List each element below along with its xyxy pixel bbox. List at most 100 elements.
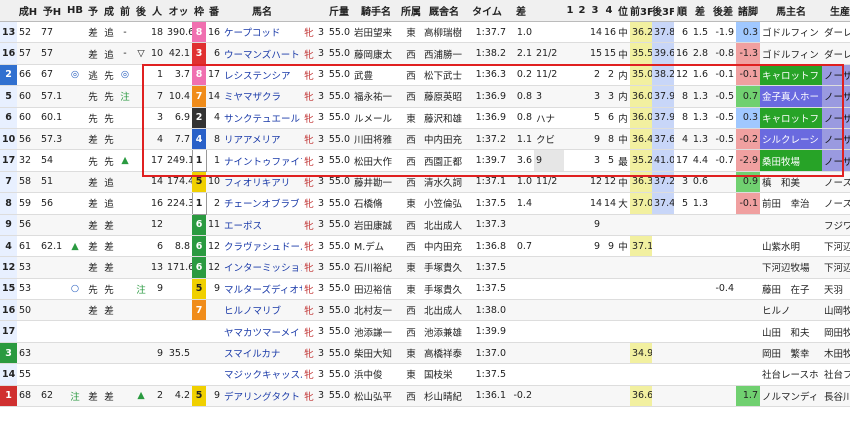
- horse-name[interactable]: チェーンオブラブ: [222, 192, 302, 215]
- trainer[interactable]: 杉山晴紀: [422, 385, 466, 408]
- horse-name[interactable]: クラヴァシュドール: [222, 235, 302, 258]
- trainer[interactable]: 藤沢和雄: [422, 107, 466, 129]
- trainer[interactable]: 池添兼雄: [422, 320, 466, 343]
- owner[interactable]: 桑田牧場: [760, 149, 822, 172]
- col-diff[interactable]: 差: [690, 0, 710, 22]
- trainer[interactable]: 小笠倫弘: [422, 192, 466, 215]
- table-row[interactable]: 17 ヤマカツマーメイド牝355.0池添謙一西池添兼雄1:39.9 山田 和夫岡田牧…: [0, 320, 850, 343]
- owner[interactable]: 山紫水明: [760, 235, 822, 258]
- breeder[interactable]: 岡田牧場: [822, 320, 850, 343]
- jockey[interactable]: 浜中俊: [352, 363, 400, 386]
- breeder[interactable]: 天羽 禮治: [822, 278, 850, 301]
- table-row[interactable]: 7 58 51 差追 14 174.4 5 10 フィオリキアリ牝 3 55.0 藤井勘一西清水久詞 1…: [0, 171, 850, 194]
- table-row[interactable]: 1650 差差 7 ヒルノマリブ牝355.0北村友一西北出成人1:38.0 ヒルノ山岡牧…: [0, 299, 850, 322]
- horse-name[interactable]: スマイルカナ: [222, 342, 302, 365]
- col-go[interactable]: 後: [133, 0, 149, 22]
- col-waku[interactable]: 枠: [192, 0, 206, 22]
- jockey[interactable]: 松山弘平: [352, 385, 400, 408]
- owner[interactable]: 槙 和美: [760, 171, 822, 194]
- owner[interactable]: 岡田 繁幸: [760, 342, 822, 365]
- col-name[interactable]: 馬名: [222, 0, 302, 22]
- col-pos[interactable]: 位: [616, 0, 630, 22]
- jockey[interactable]: 松田大作: [352, 149, 400, 172]
- trainer[interactable]: 北出成人: [422, 299, 466, 322]
- jockey[interactable]: M.デム: [352, 235, 400, 258]
- col-legs[interactable]: 諸脚: [736, 0, 760, 22]
- col-odds[interactable]: オッ: [165, 0, 192, 22]
- breeder[interactable]: ノーザンファ: [822, 149, 850, 172]
- horse-name[interactable]: レシステンシア: [222, 64, 302, 87]
- col-time[interactable]: タイム: [466, 0, 508, 22]
- col-yo[interactable]: 予: [85, 0, 101, 22]
- table-row[interactable]: 4 61 62.1 ▲ 差差 6 8.8 6 12 クラヴァシュドール牝 3 55.0 M.デム西中内田…: [0, 235, 850, 258]
- trainer[interactable]: 中内田充: [422, 128, 466, 151]
- horse-name[interactable]: マルターズディオサ: [222, 278, 302, 301]
- owner[interactable]: キャロットフ: [760, 107, 822, 129]
- col-hb[interactable]: HB: [65, 0, 85, 22]
- breeder[interactable]: フジワラ・フ: [822, 214, 850, 236]
- col-owner[interactable]: 馬主名: [760, 0, 822, 22]
- col-zen[interactable]: 前: [117, 0, 133, 22]
- trainer[interactable]: 手塚貴久: [422, 278, 466, 301]
- table-row[interactable]: 3 63 9 35.5 スマイルカナ牝 3 55.0 柴田大知東高橋祥泰 1:37.0 34.9 岡…: [0, 342, 850, 365]
- col-sho[interactable]: 所属: [400, 0, 422, 22]
- horse-name[interactable]: デアリングタクト: [222, 385, 302, 408]
- trainer[interactable]: 清水久詞: [422, 171, 466, 194]
- horse-name[interactable]: フィオリキアリ: [222, 171, 302, 194]
- horse-name[interactable]: マジックキャッスル: [222, 363, 302, 386]
- col-c3[interactable]: 3: [588, 0, 602, 22]
- table-row[interactable]: 1 68 62 注差差 ▲ 2 4.2 5 9 デアリングタクト牝 3 55.0 松山弘平西杉山晴紀 1:…: [0, 385, 850, 408]
- horse-name[interactable]: ケープコッド: [222, 21, 302, 44]
- horse-name[interactable]: ヒルノマリブ: [222, 299, 302, 322]
- jockey[interactable]: 石橋脩: [352, 192, 400, 215]
- owner[interactable]: 前田 幸治: [760, 192, 822, 215]
- horse-name[interactable]: インターミッション: [222, 256, 302, 279]
- trainer[interactable]: 西浦勝一: [422, 42, 466, 65]
- col-breeder[interactable]: 生産者名: [822, 0, 850, 22]
- table-row[interactable]: 15 53 ○ 先先注 9 5 9 マルターズディオサ牝 3 55.0 田辺裕信東手塚貴久 1:37.…: [0, 278, 850, 301]
- owner[interactable]: 山田 和夫: [760, 320, 822, 343]
- jockey[interactable]: 福永祐一: [352, 85, 400, 108]
- table-row[interactable]: 2 66 67 ◎ 逃先 ◎ 1 3.7 8 17 レシステンシア牝 3 55.0 武豊西松下武士 1:36…: [0, 64, 850, 87]
- trainer[interactable]: 中内田充: [422, 235, 466, 258]
- owner[interactable]: 社台レースホ: [760, 363, 822, 386]
- trainer[interactable]: 藤原英昭: [422, 85, 466, 108]
- trainer[interactable]: 高橋祥泰: [422, 342, 466, 365]
- breeder[interactable]: 長谷川牧場: [822, 385, 850, 408]
- owner[interactable]: ノルマンディ: [760, 385, 822, 408]
- owner[interactable]: ゴドルフィン: [760, 21, 822, 44]
- col-no[interactable]: [0, 0, 17, 22]
- breeder[interactable]: 木田牧場: [822, 342, 850, 365]
- col-sei[interactable]: 成: [101, 0, 117, 22]
- breeder[interactable]: 下河辺牧場: [822, 235, 850, 258]
- breeder[interactable]: ノースヒルズ: [822, 192, 850, 215]
- col-f3[interactable]: 前3F: [630, 0, 652, 22]
- owner[interactable]: ヒルノ: [760, 299, 822, 322]
- trainer[interactable]: 手塚貴久: [422, 256, 466, 279]
- horse-name[interactable]: ヤマカツマーメイド: [222, 320, 302, 343]
- col-sei-h[interactable]: 成H: [17, 0, 39, 22]
- trainer[interactable]: 西園正都: [422, 149, 466, 172]
- jockey[interactable]: 北村友一: [352, 299, 400, 322]
- jockey[interactable]: 岩田康誠: [352, 214, 400, 236]
- col-rank[interactable]: 順: [674, 0, 690, 22]
- jockey[interactable]: 田辺裕信: [352, 278, 400, 301]
- owner[interactable]: 金子真人ホー: [760, 85, 822, 108]
- col-c1[interactable]: 1: [564, 0, 576, 22]
- breeder[interactable]: 山岡牧場: [822, 299, 850, 322]
- owner[interactable]: シルクレーシ: [760, 128, 822, 151]
- jockey[interactable]: 柴田大知: [352, 342, 400, 365]
- table-row[interactable]: 6 60 60.1 先先 3 6.9 2 4 サンクテュエール牝 3 55.0 ルメール東藤沢和雄 1:…: [0, 107, 850, 129]
- table-row[interactable]: 14 55 マジックキャッスル牝 3 55.0 浜中俊東国枝栄 1:37.5 社台レースホ 社台…: [0, 363, 850, 386]
- table-row[interactable]: 17 32 54 先先 ▲ 17 249.1 1 1 ナイントゥファイブ牝 3 55.0 松田大作西西園…: [0, 149, 850, 172]
- owner[interactable]: [760, 214, 822, 236]
- col-l3[interactable]: 後3F: [652, 0, 674, 22]
- breeder[interactable]: ノーザンファ: [822, 85, 850, 108]
- table-row[interactable]: 10 56 57.3 差先 4 7.7 4 8 リアアメリア牝 3 55.0 川田将雅西中内田充 1:3…: [0, 128, 850, 151]
- jockey[interactable]: 武豊: [352, 64, 400, 87]
- col-trainer[interactable]: 厩舎名: [422, 0, 466, 22]
- jockey[interactable]: 岩田望来: [352, 21, 400, 44]
- table-row[interactable]: 13 52 77 差追 -18 390.6 8 16 ケープコッド牝 3 55.0 岩田望来東高柳瑞樹…: [0, 21, 850, 44]
- col-ban[interactable]: 番: [206, 0, 222, 22]
- breeder[interactable]: ダーレー・ジ: [822, 21, 850, 44]
